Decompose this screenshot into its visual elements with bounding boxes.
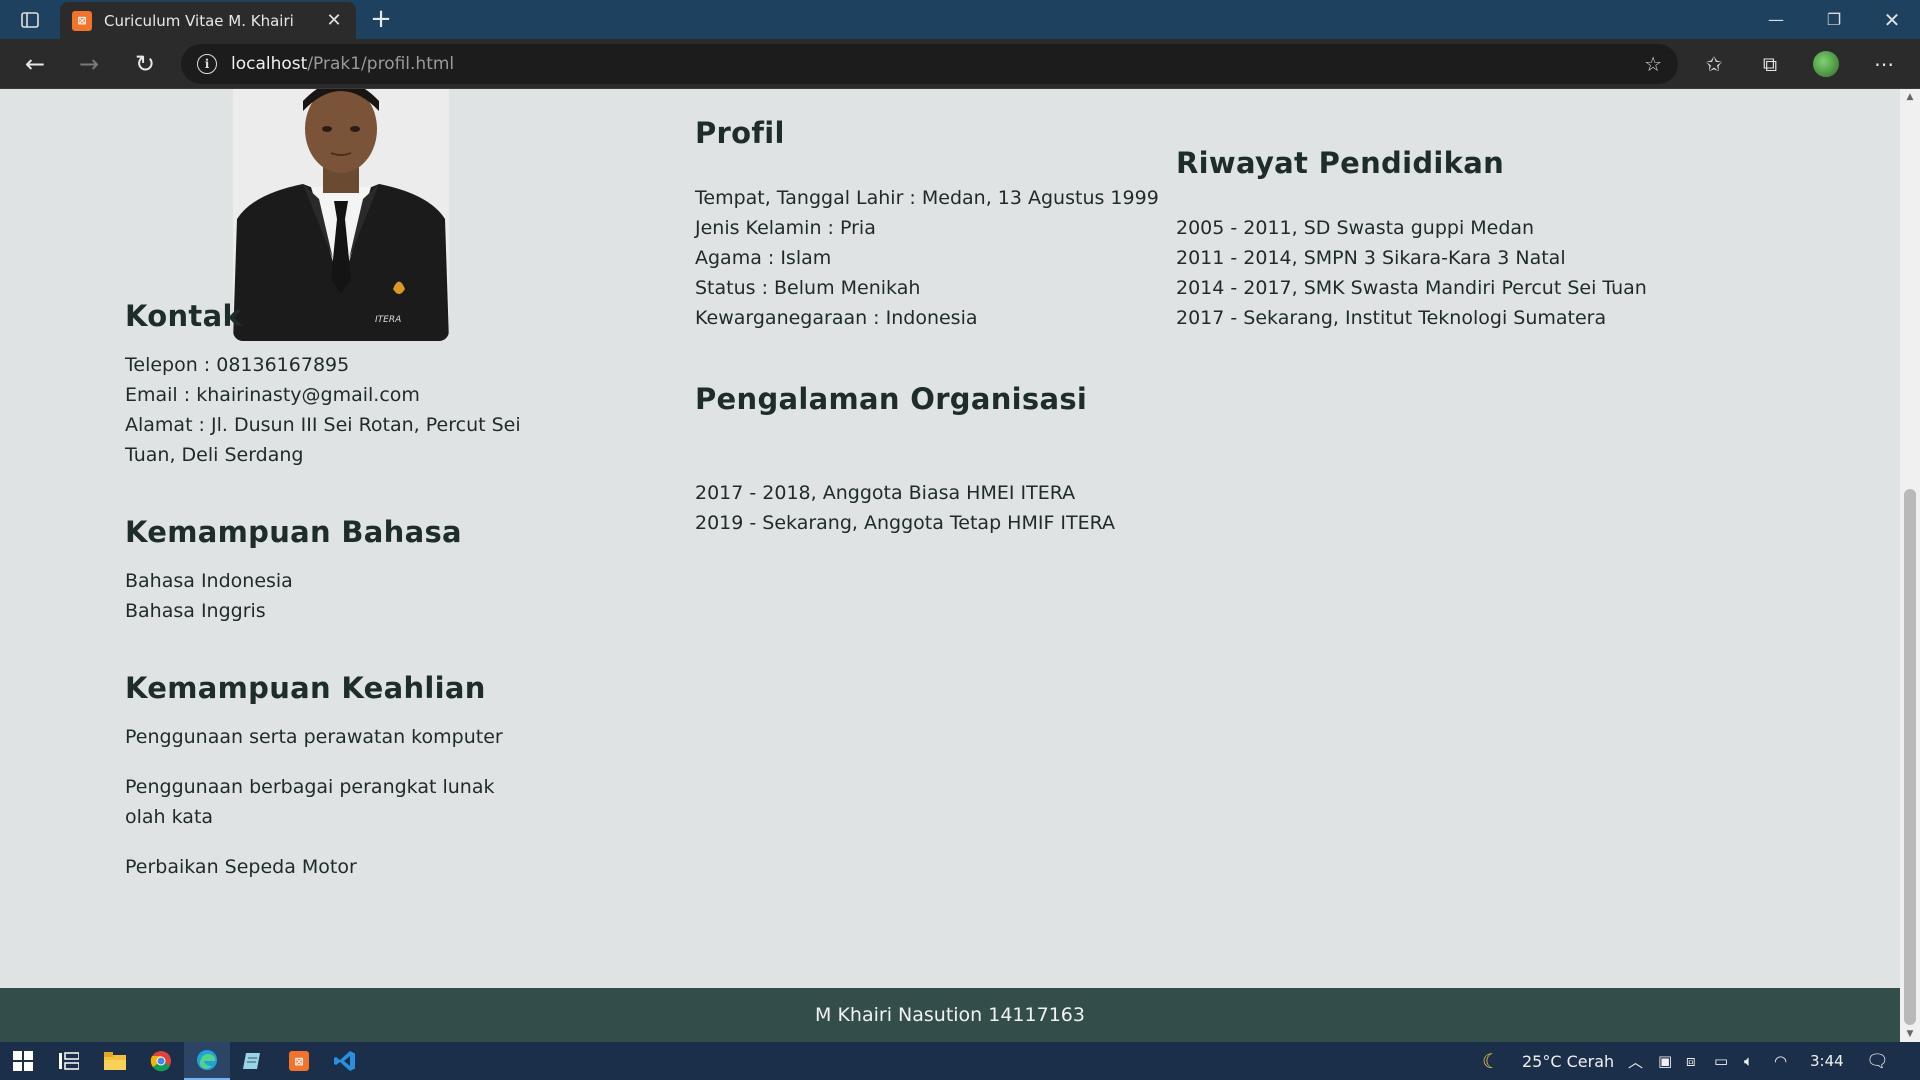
xampp-favicon-icon: ⊠ (72, 10, 92, 31)
skill-item: Perbaikan Sepeda Motor (125, 856, 357, 878)
contact-phone: Telepon : 08136167895 (125, 354, 350, 376)
battery-icon[interactable]: ▭ (1714, 1042, 1728, 1080)
notepad-button[interactable] (230, 1042, 276, 1080)
restore-button[interactable]: ❐ (1806, 0, 1862, 39)
url-path: /Prak1/profil.html (307, 54, 455, 74)
education-line: 2011 - 2014, SMPN 3 Sikara-Kara 3 Natal (1176, 247, 1566, 269)
close-window-button[interactable]: ✕ (1864, 0, 1920, 39)
minimize-button[interactable]: — (1748, 0, 1804, 39)
folder-icon (104, 1052, 126, 1070)
start-button[interactable] (0, 1042, 46, 1080)
windows-logo-icon (13, 1051, 33, 1071)
collections-icon[interactable]: ⧉ (1752, 48, 1788, 80)
language-item: Bahasa Indonesia (125, 570, 293, 592)
skill-item: Penggunaan serta perawatan komputer (125, 726, 503, 748)
skill-item: Penggunaan berbagai perangkat lunak olah… (125, 772, 565, 832)
browser-titlebar: ⊠ Curiculum Vitae M. Khairi ✕ + — ❐ ✕ (0, 0, 1920, 39)
browser-toolbar: ← → ↻ i localhost/Prak1/profil.html ☆ ✩ … (0, 39, 1920, 89)
itera-badge-text: ITERA (375, 315, 401, 325)
profile-heading: Profil (695, 116, 785, 150)
new-tab-button[interactable]: + (366, 5, 396, 35)
language-heading: Kemampuan Bahasa (125, 515, 462, 549)
edge-icon (197, 1050, 217, 1070)
tab-close-icon[interactable]: ✕ (324, 10, 344, 31)
avatar (1811, 49, 1841, 79)
scroll-up-icon[interactable]: ▲ (1900, 89, 1920, 105)
chrome-icon (150, 1051, 171, 1072)
contact-heading: Kontak (125, 299, 243, 333)
volume-icon[interactable]: 🔈︎ (1744, 1042, 1753, 1080)
education-line: 2014 - 2017, SMK Swasta Mandiri Percut S… (1176, 277, 1647, 299)
file-explorer-button[interactable] (92, 1042, 138, 1080)
profile-line: Jenis Kelamin : Pria (695, 217, 876, 239)
scrollbar-thumb[interactable] (1904, 489, 1916, 1025)
page-footer: M Khairi Nasution 14117163 (0, 988, 1900, 1042)
profile-line: Kewarganegaraan : Indonesia (695, 307, 978, 329)
weather-text[interactable]: 25°C Cerah (1522, 1042, 1614, 1080)
page-scrollbar[interactable]: ▲ ▼ (1900, 89, 1920, 1042)
scroll-down-icon[interactable]: ▼ (1900, 1026, 1920, 1042)
footer-text: M Khairi Nasution 14117163 (815, 1004, 1085, 1026)
clock-time[interactable]: 3:44 (1810, 1042, 1844, 1080)
organization-line: 2017 - 2018, Anggota Biasa HMEI ITERA (695, 482, 1076, 504)
favorites-icon[interactable]: ✩ (1696, 48, 1732, 80)
more-menu-icon[interactable]: ⋯ (1866, 48, 1902, 80)
windows-taskbar: ⊠ ☾ 25°C Cerah ︿ ▣ ⧈ ▭ 🔈︎ ◠ 3:44 🗨︎ (0, 1042, 1920, 1080)
meet-now-icon[interactable]: ▣ (1658, 1042, 1672, 1080)
contact-address-line2: Tuan, Deli Serdang (125, 444, 304, 466)
edge-button[interactable] (184, 1042, 230, 1080)
tab-title: Curiculum Vitae M. Khairi (104, 11, 294, 30)
education-heading: Riwayat Pendidikan (1176, 146, 1505, 180)
notepad-icon (243, 1053, 260, 1069)
show-hidden-icons-icon[interactable]: ︿ (1628, 1042, 1643, 1080)
contact-address-line1: Alamat : Jl. Dusun III Sei Rotan, Percut… (125, 414, 521, 436)
task-view-button[interactable] (46, 1042, 92, 1080)
add-favorite-icon[interactable]: ☆ (1644, 52, 1662, 76)
weather-icon[interactable]: ☾ (1482, 1042, 1500, 1080)
notifications-icon[interactable]: 🗨︎ (1866, 1042, 1889, 1080)
profile-photo: ITERA (233, 89, 449, 341)
xampp-button[interactable]: ⊠ (276, 1042, 322, 1080)
xampp-icon: ⊠ (289, 1051, 309, 1071)
tab-actions-icon (21, 12, 39, 28)
page-content: ITERA Kontak Telepon : 08136167895 Email… (0, 89, 1900, 1042)
url-host: localhost (231, 54, 308, 74)
education-line: 2017 - Sekarang, Institut Teknologi Suma… (1176, 307, 1607, 329)
language-item: Bahasa Inggris (125, 600, 266, 622)
refresh-button[interactable]: ↻ (128, 48, 162, 80)
skill-item-line: olah kata (125, 806, 214, 828)
tab-actions-button[interactable] (12, 6, 48, 34)
profile-avatar-button[interactable] (1808, 48, 1844, 80)
vscode-icon (334, 1051, 355, 1071)
skills-heading: Kemampuan Keahlian (125, 671, 486, 705)
profile-line: Agama : Islam (695, 247, 832, 269)
chrome-button[interactable] (138, 1042, 184, 1080)
browser-tab-active[interactable]: ⊠ Curiculum Vitae M. Khairi ✕ (60, 2, 356, 39)
profile-line: Status : Belum Menikah (695, 277, 921, 299)
profile-line: Tempat, Tanggal Lahir : Medan, 13 Agustu… (695, 187, 1159, 209)
forward-button[interactable]: → (72, 48, 106, 80)
organization-line: 2019 - Sekarang, Anggota Tetap HMIF ITER… (695, 512, 1116, 534)
education-line: 2005 - 2011, SD Swasta guppi Medan (1176, 217, 1535, 239)
contact-email: Email : khairinasty@gmail.com (125, 384, 420, 406)
task-view-icon (59, 1052, 79, 1070)
site-info-icon[interactable]: i (197, 54, 217, 74)
onscreen-keyboard-icon[interactable]: ⧈ (1686, 1042, 1696, 1080)
vscode-button[interactable] (322, 1042, 368, 1080)
wifi-icon[interactable]: ◠ (1774, 1042, 1787, 1080)
skill-item-line: Penggunaan berbagai perangkat lunak (125, 776, 495, 798)
back-button[interactable]: ← (18, 48, 52, 80)
address-bar[interactable]: i localhost/Prak1/profil.html ☆ (181, 44, 1678, 84)
organization-heading: Pengalaman Organisasi (695, 382, 1088, 416)
